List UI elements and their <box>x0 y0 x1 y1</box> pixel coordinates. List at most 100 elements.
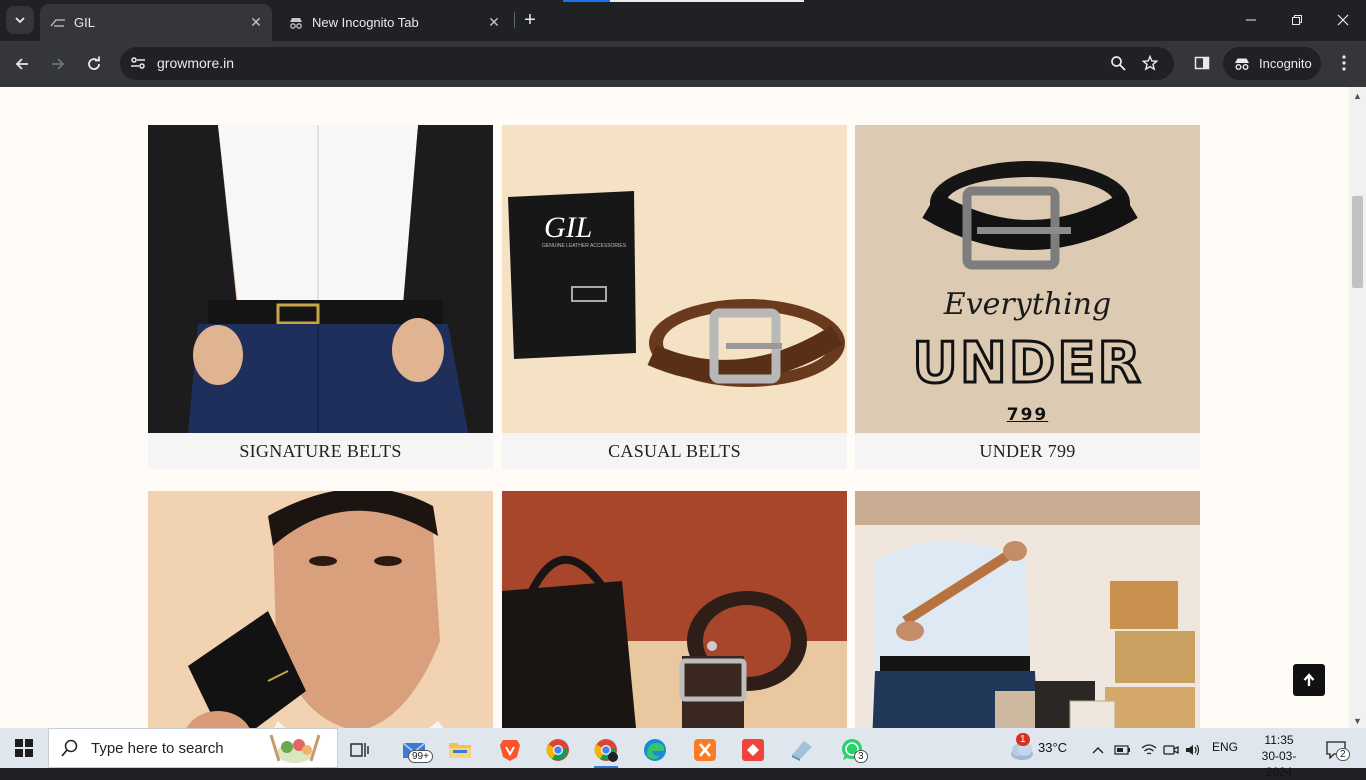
weather-badge: 1 <box>1016 733 1030 746</box>
network-tray-icon[interactable] <box>1138 732 1160 768</box>
browser-toolbar: growmore.in Incognito <box>0 41 1366 87</box>
category-card-casual-belts[interactable]: GIL GENUINE LEATHER ACCESSORIES CASUAL B… <box>502 125 847 469</box>
windows-logo-icon <box>15 739 33 757</box>
system-clock[interactable]: 11:35 30-03-2024 <box>1252 732 1306 780</box>
reload-icon <box>88 56 100 70</box>
minimize-icon <box>1246 19 1256 21</box>
scroll-down-arrow-icon[interactable]: ▼ <box>1353 716 1362 726</box>
url-text[interactable]: growmore.in <box>157 55 234 71</box>
search-icon[interactable] <box>1106 51 1130 75</box>
tab-new-incognito[interactable]: New Incognito Tab ✕ <box>276 4 510 41</box>
incognito-label: Incognito <box>1259 56 1312 71</box>
folder-icon <box>449 743 471 758</box>
whatsapp-badge: 3 <box>854 750 868 763</box>
category-card-gift-sets[interactable] <box>855 491 1200 728</box>
page-viewport: SIGNATURE BELTS GIL GENUINE LEATHER ACCE… <box>0 87 1366 728</box>
category-card-wallets[interactable] <box>148 491 493 728</box>
signature-belts-image[interactable] <box>148 125 493 433</box>
weather-widget[interactable]: 1 <box>1002 732 1042 768</box>
task-view-button[interactable] <box>340 732 380 768</box>
speaker-icon <box>1186 744 1200 756</box>
volume-tray-icon[interactable] <box>1182 732 1204 768</box>
edge-browser-button[interactable] <box>635 732 675 768</box>
under-799-image[interactable]: Everything UNDER 799 <box>855 125 1200 433</box>
battery-tray-icon[interactable] <box>1112 732 1134 768</box>
category-card-under-799[interactable]: Everything UNDER 799 UNDER 799 <box>855 125 1200 469</box>
notes-app-button[interactable] <box>782 732 822 768</box>
language-indicator[interactable]: ENG <box>1212 740 1238 754</box>
chrome-incognito-button[interactable] <box>586 732 626 768</box>
back-button[interactable] <box>7 49 37 79</box>
temperature-text[interactable]: 33°C <box>1038 740 1067 755</box>
close-window-button[interactable] <box>1320 0 1366 40</box>
chevron-down-icon <box>15 17 25 24</box>
notification-count-badge: 2 <box>1336 748 1350 761</box>
category-label[interactable]: UNDER 799 <box>855 433 1200 469</box>
wifi-icon <box>1141 744 1157 755</box>
camera-icon <box>1163 745 1179 755</box>
wallets-image[interactable] <box>148 491 493 728</box>
scroll-up-arrow-icon[interactable]: ▲ <box>1353 91 1362 101</box>
reload-button[interactable] <box>79 49 109 79</box>
scrollbar-thumb[interactable] <box>1352 196 1363 288</box>
arrow-up-icon <box>1303 673 1315 686</box>
brave-browser-button[interactable] <box>490 732 530 768</box>
battery-plug-icon <box>1114 745 1130 755</box>
anydesk-button[interactable] <box>733 732 773 768</box>
food-salad-icon <box>259 731 331 771</box>
close-tab-icon[interactable]: ✕ <box>484 13 504 33</box>
meet-now-tray-icon[interactable] <box>1160 732 1182 768</box>
casual-belts-image[interactable]: GIL GENUINE LEATHER ACCESSORIES <box>502 125 847 433</box>
bookmark-star-icon[interactable] <box>1138 51 1162 75</box>
category-card-signature-belts[interactable]: SIGNATURE BELTS <box>148 125 493 469</box>
start-button[interactable] <box>0 728 48 768</box>
close-tab-icon[interactable]: ✕ <box>246 13 266 33</box>
box-tagline-text: GENUINE LEATHER ACCESSORIES <box>542 243 627 249</box>
minimize-button[interactable] <box>1228 0 1274 40</box>
notes-icon <box>792 741 812 761</box>
tab-title: New Incognito Tab <box>312 15 419 30</box>
more-vertical-icon <box>1342 55 1346 71</box>
brave-lion-icon <box>500 740 520 761</box>
notification-center-button[interactable]: 2 <box>1316 732 1356 768</box>
taskbar-search-box[interactable]: Type here to search <box>48 728 338 768</box>
browser-menu-button[interactable] <box>1330 49 1358 77</box>
scroll-to-top-button[interactable] <box>1293 664 1325 696</box>
task-view-icon <box>350 743 369 757</box>
tab-gil[interactable]: GIL ✕ <box>40 4 272 41</box>
restore-icon <box>1292 15 1302 25</box>
category-label[interactable]: SIGNATURE BELTS <box>148 433 493 469</box>
file-explorer-button[interactable] <box>440 732 480 768</box>
restore-button[interactable] <box>1274 0 1320 40</box>
category-card-formal-belts[interactable] <box>502 491 847 728</box>
search-placeholder: Type here to search <box>91 739 224 757</box>
clock-date: 30-03-2024 <box>1261 749 1297 779</box>
whatsapp-button[interactable]: 3 <box>832 732 872 768</box>
gift-sets-image[interactable] <box>855 491 1200 728</box>
category-label[interactable]: CASUAL BELTS <box>502 433 847 469</box>
incognito-icon <box>288 15 304 31</box>
tab-separator <box>514 12 515 28</box>
chrome-profile-button[interactable] <box>538 732 578 768</box>
side-panel-icon <box>1194 56 1210 70</box>
site-info-icon[interactable] <box>126 51 150 75</box>
side-panel-button[interactable] <box>1188 49 1216 77</box>
promo-big-text: UNDER <box>911 330 1143 398</box>
new-tab-button[interactable]: + <box>518 8 542 32</box>
address-bar[interactable]: growmore.in <box>120 47 1174 80</box>
incognito-icon <box>1233 57 1251 71</box>
loading-indicator-track <box>610 0 804 2</box>
incognito-indicator[interactable]: Incognito <box>1223 47 1321 80</box>
search-icon <box>61 739 79 757</box>
page-scrollbar[interactable]: ▲ ▼ <box>1349 87 1366 728</box>
mail-app-button[interactable]: 99+ <box>394 732 434 768</box>
xampp-icon <box>694 739 716 761</box>
formal-belts-image[interactable] <box>502 491 847 728</box>
show-hidden-icons-button[interactable] <box>1088 732 1108 768</box>
promo-script-text: Everything <box>943 287 1112 322</box>
anydesk-icon <box>742 739 764 761</box>
edge-icon <box>644 739 666 761</box>
xampp-button[interactable] <box>685 732 725 768</box>
tab-search-button[interactable] <box>6 6 34 34</box>
forward-button[interactable] <box>43 49 73 79</box>
